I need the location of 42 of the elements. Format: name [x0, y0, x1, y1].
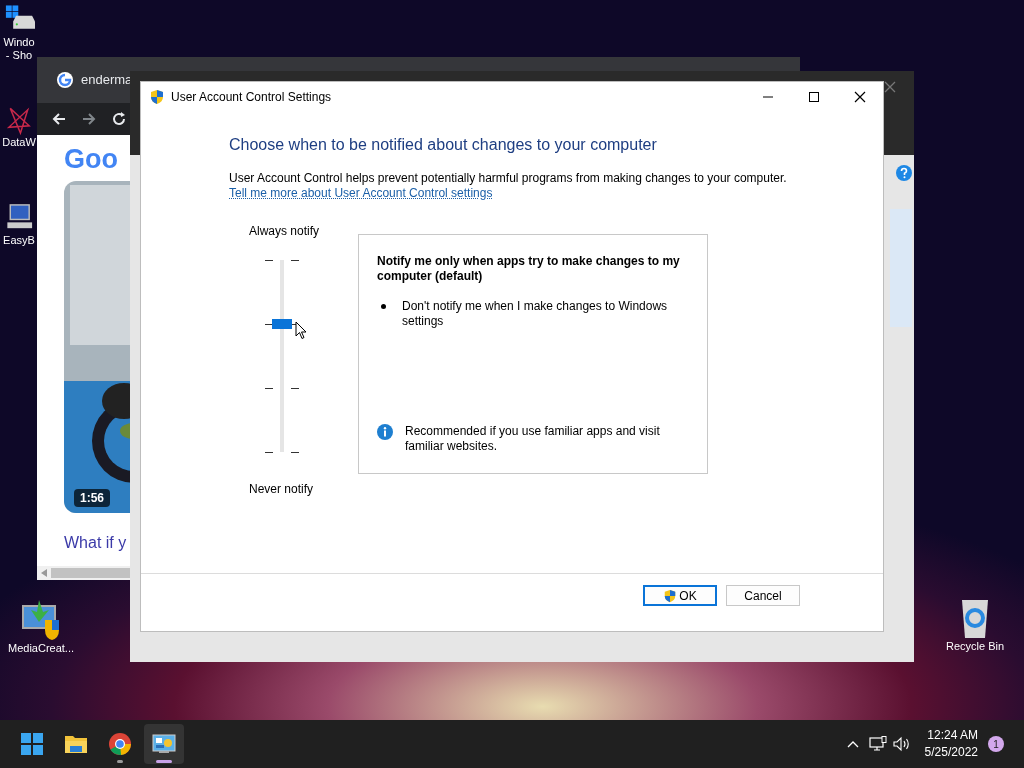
maximize-icon[interactable] — [808, 91, 820, 103]
shield-icon — [149, 89, 165, 105]
volume-icon[interactable] — [892, 736, 911, 752]
help-icon[interactable] — [896, 165, 912, 181]
forward-arrow-icon[interactable] — [81, 111, 97, 127]
google-icon — [57, 72, 73, 88]
tab-title[interactable]: enderma — [81, 70, 133, 90]
chevron-up-icon[interactable] — [846, 740, 859, 748]
icon-label[interactable]: EasyB — [3, 234, 35, 247]
control-panel-icon[interactable] — [152, 732, 176, 756]
bullet-text: Don't notify me when I make changes to Windows settings — [402, 299, 669, 329]
clock-time[interactable]: 12:24 AM — [927, 727, 978, 744]
google-logo: Goo — [64, 143, 118, 176]
close-icon[interactable] — [854, 91, 866, 103]
shield-icon — [663, 588, 678, 603]
mouse-cursor-icon — [295, 321, 307, 340]
back-arrow-icon[interactable] — [51, 111, 67, 127]
icon-label[interactable]: Windo - Sho — [2, 36, 36, 62]
note-text: Recommended if you use familiar apps and visit familiar websites. — [405, 424, 661, 454]
cancel-button[interactable]: Cancel — [726, 585, 800, 606]
slider-label: Never notify — [249, 481, 314, 498]
slider-thumb[interactable] — [272, 318, 292, 329]
window-title: User Account Control Settings — [171, 89, 333, 106]
chrome-icon[interactable] — [108, 732, 132, 756]
dialog-heading: Choose when to be notified about changes to your computer — [229, 135, 658, 155]
help-link[interactable]: Tell me more about User Account Control settings — [229, 186, 493, 201]
ok-button[interactable]: OK — [643, 585, 717, 606]
icon-label[interactable]: MediaCreat... — [8, 642, 74, 655]
notification-badge[interactable]: 1 — [988, 736, 1004, 752]
slider-label: Always notify — [249, 223, 320, 240]
windows-start-icon[interactable] — [20, 732, 44, 756]
video-duration: 1:56 — [74, 489, 111, 507]
network-icon[interactable] — [868, 736, 887, 752]
icon-label[interactable]: Recycle Bin — [945, 640, 1005, 653]
taskbar-button[interactable] — [144, 724, 184, 764]
clock-date[interactable]: 5/25/2022 — [924, 744, 978, 761]
setting-title: Notify me only when apps try to make changes to my computer (default) — [377, 254, 681, 284]
description-text: User Account Control helps prevent potentially harmful programs from making changes to your computer. — [229, 171, 788, 186]
info-icon — [377, 424, 393, 440]
bullet-icon — [381, 304, 386, 309]
icon-label[interactable]: DataW — [2, 136, 36, 149]
reload-icon[interactable] — [111, 111, 127, 127]
